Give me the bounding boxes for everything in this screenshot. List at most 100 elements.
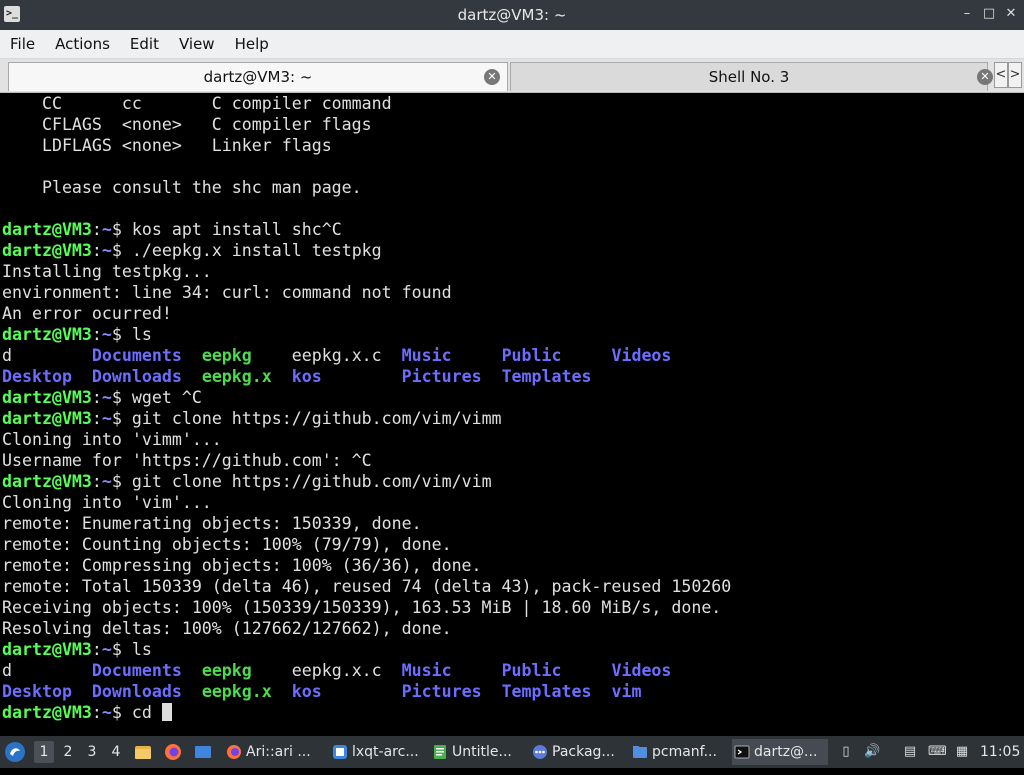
prompt-sigil: $ [111,388,132,407]
ls-entry: kos [291,367,402,386]
ls-entry: eepkg.x [201,367,292,386]
window-list-icon[interactable]: ▯ [838,744,854,760]
menu-actions[interactable]: Actions [45,30,120,58]
command-text: git clone https://github.com/vim/vim [131,472,492,491]
terminal-line: Cloning into 'vimm'... [2,430,222,449]
ls-entry: kos [291,682,402,701]
menu-bar: File Actions Edit View Help [0,30,1024,59]
start-menu-icon[interactable] [4,736,28,768]
task-package[interactable]: Packag... [530,739,626,765]
tab-close-icon[interactable]: ✕ [484,69,500,85]
terminal-line: LDFLAGS <none> Linker flags [2,136,332,155]
workspace-1[interactable]: 1 [34,741,54,763]
task-label: dartz@... [754,744,818,760]
ls-entry: eepkg.x.c [291,346,402,365]
prompt-path: ~ [101,472,112,491]
volume-icon[interactable]: 🔊 [864,744,880,760]
tab-dartz[interactable]: dartz@VM3: ~ ✕ [8,62,508,91]
ls-entry: Templates [501,367,592,386]
ls-entry: eepkg [201,346,292,365]
prompt-sigil: $ [111,640,132,659]
task-label: Untitle... [452,744,512,760]
show-desktop-icon[interactable] [194,736,214,768]
terminal-line: Cloning into 'vim'... [2,493,212,512]
terminal-output[interactable]: CC cc C compiler command CFLAGS <none> C… [0,93,1024,734]
prompt-path: ~ [101,220,112,239]
terminal-line: dartz@VM3:~$ cd [2,702,172,723]
prompt-separator: : [91,703,102,722]
command-text: ls [131,640,152,659]
workspace-3[interactable]: 3 [82,741,102,763]
ls-entry: Documents [91,346,202,365]
ls-entry: d [2,346,92,365]
task-untitled[interactable]: Untitle... [430,739,526,765]
tab-label: dartz@VM3: ~ [203,68,313,86]
menu-help[interactable]: Help [225,30,279,58]
window-title: dartz@VM3: ~ [457,6,567,24]
prompt-separator: : [91,388,102,407]
prompt-user: dartz@VM3 [2,241,92,260]
tab-scroll-left-icon[interactable]: < [994,62,1008,88]
prompt-path: ~ [101,703,112,722]
prompt-user: dartz@VM3 [2,220,92,239]
task-label: lxqt-arc... [352,744,419,760]
tab-bar: dartz@VM3: ~ ✕ Shell No. 3 ✕ [0,59,1024,93]
workspace-2[interactable]: 2 [58,741,78,763]
prompt-path: ~ [101,640,112,659]
prompt-separator: : [91,325,102,344]
terminal-line: remote: Total 150339 (delta 46), reused … [2,577,732,596]
prompt-path: ~ [101,325,112,344]
task-lxqt-arc[interactable]: lxqt-arc... [330,739,426,765]
ls-entry: Videos [611,346,672,365]
prompt-user: dartz@VM3 [2,472,92,491]
prompt-path: ~ [101,388,112,407]
ls-entry: eepkg.x [201,682,292,701]
command-text: cd [131,703,162,722]
terminal-line: dartz@VM3:~$ wget ^C [2,387,202,408]
workspace-4[interactable]: 4 [106,741,126,763]
ls-entry: Videos [611,661,672,680]
text-cursor [161,703,172,721]
tab-close-icon[interactable]: ✕ [977,69,993,85]
task-pcmanfm[interactable]: pcmanf... [630,739,726,765]
ls-entry: eepkg.x.c [291,661,402,680]
close-button[interactable]: ✕ [1004,5,1018,23]
terminal-line: environment: line 34: curl: command not … [2,283,452,302]
tab-shell-3[interactable]: Shell No. 3 ✕ [510,62,993,91]
task-label: Packag... [552,744,615,760]
ls-entry: Desktop [2,682,92,701]
command-text: kos apt install shc^C [131,220,342,239]
task-ari[interactable]: Ari::ari ... [224,739,324,765]
keyboard-icon[interactable]: ⌨ [928,744,947,760]
minimize-button[interactable]: – [960,5,974,23]
task-label: pcmanf... [652,744,717,760]
tab-scroll-right-icon[interactable]: > [1008,62,1022,88]
ls-entry: Desktop [2,367,92,386]
terminal-line: remote: Enumerating objects: 150339, don… [2,514,422,533]
menu-view[interactable]: View [169,30,225,58]
prompt-separator: : [91,640,102,659]
file-manager-launcher-icon[interactable] [134,736,154,768]
terminal-line: dartz@VM3:~$ ls [2,324,152,345]
menu-file[interactable]: File [0,30,45,58]
firefox-launcher-icon[interactable] [164,736,184,768]
command-text: ls [131,325,152,344]
menu-edit[interactable]: Edit [120,30,169,58]
terminal-line: Resolving deltas: 100% (127662/127662), … [2,619,452,638]
network-icon[interactable]: ▦ [954,744,970,760]
terminal-line: d Documents eepkg eepkg.x.c Music Public… [2,345,671,366]
clock[interactable]: 11:05 [980,736,1022,768]
maximize-button[interactable]: □ [982,5,996,23]
command-text: wget ^C [131,388,202,407]
ls-entry: Public [501,661,612,680]
prompt-separator: : [91,472,102,491]
window-titlebar[interactable]: >_ dartz@VM3: ~ – □ ✕ [0,0,1024,30]
task-label: Ari::ari ... [246,744,311,760]
taskbar: 1 2 3 4 Ari::ari ... lxqt-arc... Untitle… [0,736,1024,768]
ls-entry: Music [401,346,502,365]
prompt-sigil: $ [111,409,132,428]
terminal-line: An error ocurred! [2,304,172,323]
task-terminal[interactable]: dartz@... [732,739,828,765]
clipboard-icon[interactable]: ▤ [902,744,918,760]
prompt-sigil: $ [111,241,132,260]
